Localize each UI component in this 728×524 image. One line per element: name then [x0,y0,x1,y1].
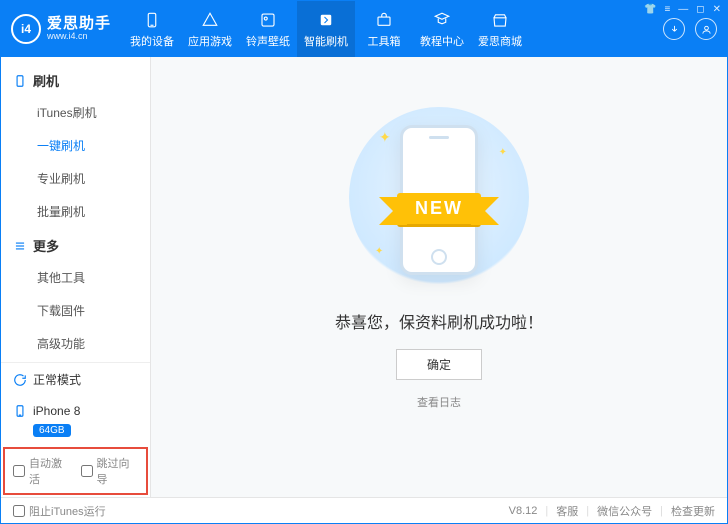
sidebar-group-label: 刷机 [33,71,59,90]
skip-guide-checkbox[interactable]: 跳过向导 [81,455,139,487]
sidebar: 刷机 iTunes刷机 一键刷机 专业刷机 批量刷机 更多 其他工具 下载固件 … [1,57,151,497]
win-menu-icon[interactable]: ≡ [664,4,670,15]
top-nav: 我的设备 应用游戏 铃声壁纸 智能刷机 工具箱 教程中心 [123,1,529,57]
window-controls: 👕 ≡ — ◻ ✕ [644,4,721,15]
device-info[interactable]: iPhone 8 64GB [1,396,150,445]
main-content: ✦ ✦ ✦ NEW 恭喜您，保资料刷机成功啦！ 确定 查看日志 [151,57,727,497]
checkbox-label: 阻止iTunes运行 [29,503,106,519]
win-close-icon[interactable]: ✕ [713,4,721,15]
brand-url: www.i4.cn [47,32,111,42]
nav-label: 智能刷机 [304,33,348,49]
sparkle-icon: ✦ [375,246,383,257]
nav-apps[interactable]: 应用游戏 [181,1,239,57]
success-message: 恭喜您，保资料刷机成功啦！ [335,309,543,333]
sidebar-item-batch-flash[interactable]: 批量刷机 [1,195,150,228]
win-shirt-icon[interactable]: 👕 [644,4,656,15]
sidebar-status: 正常模式 iPhone 8 64GB [1,362,150,445]
phone-icon [142,10,162,30]
block-itunes-checkbox[interactable]: 阻止iTunes运行 [13,503,106,519]
auto-activate-checkbox[interactable]: 自动激活 [13,455,71,487]
nav-label: 工具箱 [368,33,401,49]
tutorial-icon [432,10,452,30]
nav-my-device[interactable]: 我的设备 [123,1,181,57]
sidebar-options: 自动激活 跳过向导 [3,447,148,495]
store-icon [490,10,510,30]
nav-label: 我的设备 [130,33,174,49]
sidebar-item-download-fw[interactable]: 下载固件 [1,294,150,327]
nav-store[interactable]: 爱思商城 [471,1,529,57]
version-label: V8.12 [509,505,538,517]
sidebar-item-pro-flash[interactable]: 专业刷机 [1,162,150,195]
success-illustration: ✦ ✦ ✦ NEW [349,107,529,287]
nav-label: 爱思商城 [478,33,522,49]
checkbox-label: 跳过向导 [97,455,139,487]
storage-badge: 64GB [33,424,71,437]
support-link[interactable]: 客服 [556,503,578,519]
flash-icon [316,10,336,30]
device-mode-label: 正常模式 [33,371,81,388]
nav-flash[interactable]: 智能刷机 [297,1,355,57]
nav-toolbox[interactable]: 工具箱 [355,1,413,57]
nav-label: 教程中心 [420,33,464,49]
win-min-icon[interactable]: — [678,4,688,15]
nav-tutorial[interactable]: 教程中心 [413,1,471,57]
win-max-icon[interactable]: ◻ [696,4,704,15]
sidebar-item-itunes-flash[interactable]: iTunes刷机 [1,96,150,129]
sidebar-item-other-tools[interactable]: 其他工具 [1,261,150,294]
sidebar-item-advanced[interactable]: 高级功能 [1,327,150,360]
logo-circle-icon: i4 [11,14,41,44]
new-ribbon: NEW [397,193,481,224]
view-log-link[interactable]: 查看日志 [417,394,461,410]
footer: 阻止iTunes运行 V8.12 | 客服 | 微信公众号 | 检查更新 [1,497,727,523]
apps-icon [200,10,220,30]
ok-button[interactable]: 确定 [396,349,482,380]
sparkle-icon: ✦ [379,129,391,146]
download-button[interactable] [663,18,685,40]
sidebar-group-more[interactable]: 更多 [1,228,150,261]
nav-label: 铃声壁纸 [246,33,290,49]
nav-ringtones[interactable]: 铃声壁纸 [239,1,297,57]
header: 👕 ≡ — ◻ ✕ i4 爱思助手 www.i4.cn 我的设备 应用游戏 [1,1,727,57]
account-button[interactable] [695,18,717,40]
toolbox-icon [374,10,394,30]
nav-label: 应用游戏 [188,33,232,49]
wechat-link[interactable]: 微信公众号 [597,503,652,519]
sidebar-item-onekey-flash[interactable]: 一键刷机 [1,129,150,162]
sparkle-icon: ✦ [499,147,507,158]
sidebar-group-flash[interactable]: 刷机 [1,63,150,96]
wallpaper-icon [258,10,278,30]
checkbox-label: 自动激活 [29,455,71,487]
check-update-link[interactable]: 检查更新 [671,503,715,519]
device-name: iPhone 8 [33,404,80,418]
sidebar-group-label: 更多 [33,236,59,255]
device-mode[interactable]: 正常模式 [1,363,150,396]
brand-name: 爱思助手 [47,16,111,33]
brand-logo[interactable]: i4 爱思助手 www.i4.cn [1,1,123,57]
